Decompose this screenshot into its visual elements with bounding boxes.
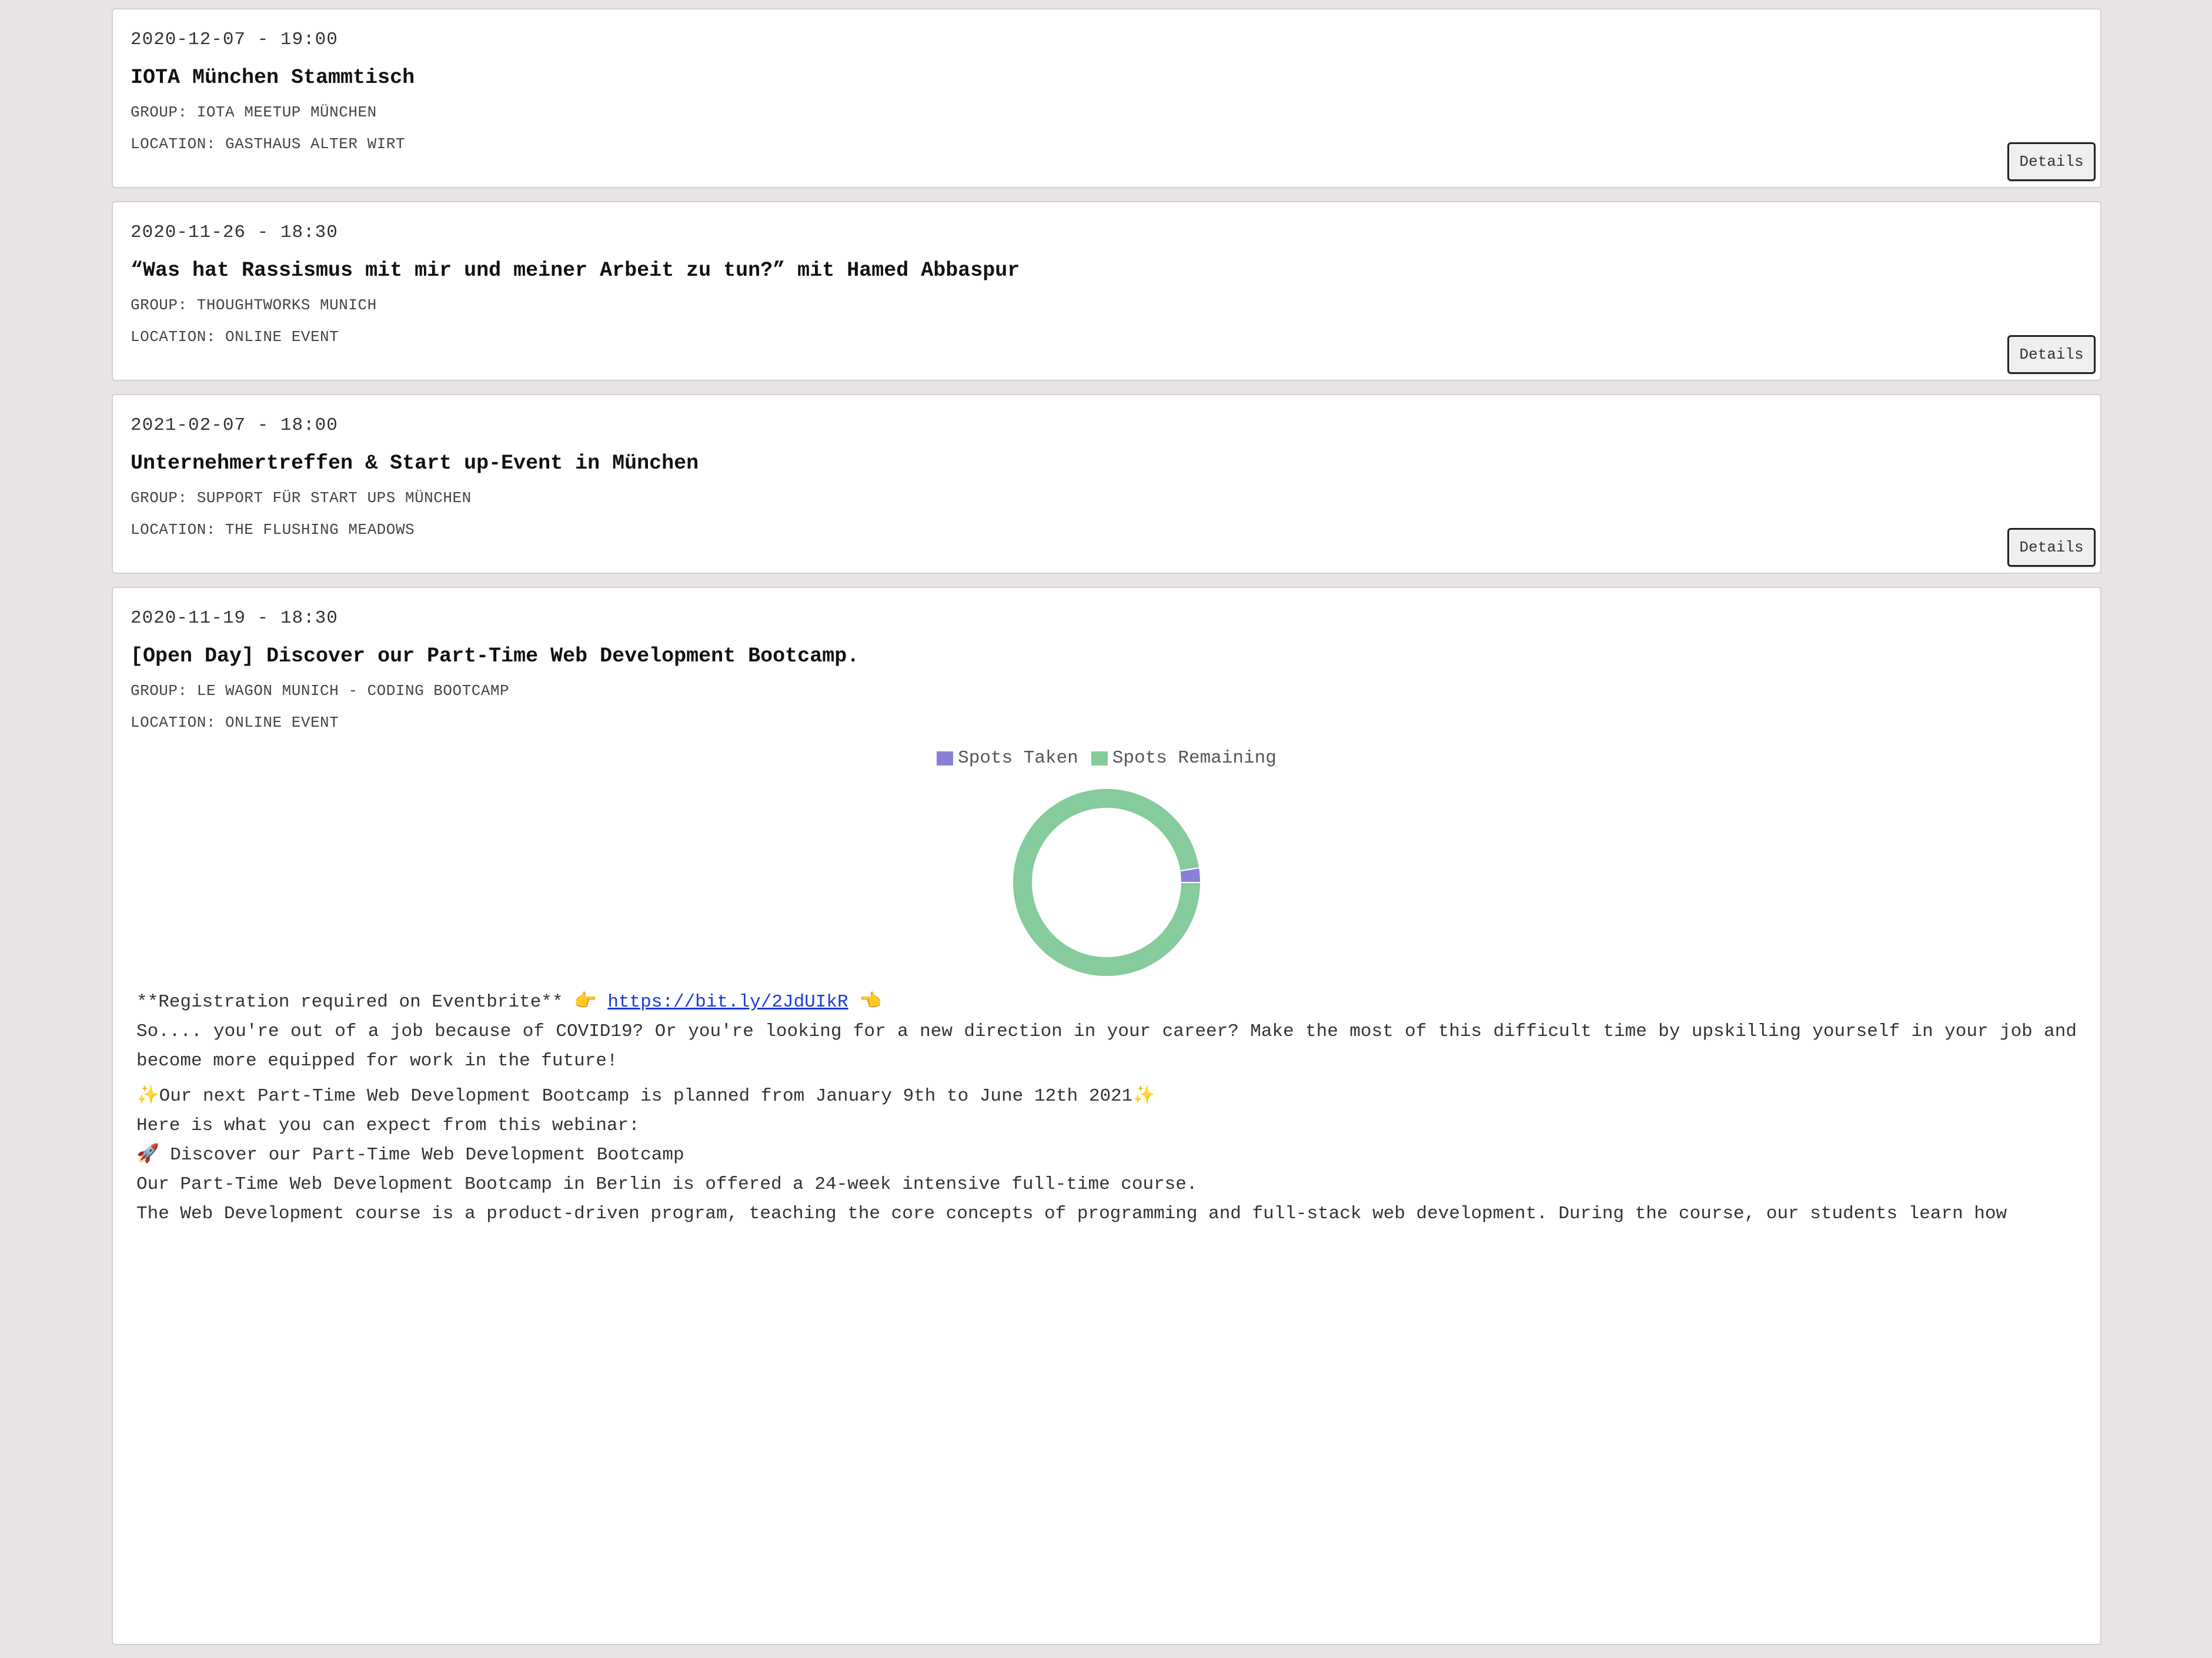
event-location: LOCATION: GASTHAUS ALTER WIRT xyxy=(131,135,405,153)
legend-label-spots-remaining: Spots Remaining xyxy=(1112,748,1277,768)
event-date: 2020-12-07 - 19:00 xyxy=(131,29,338,50)
event-location: LOCATION: ONLINE EVENT xyxy=(131,328,339,346)
chart-legend: Spots Taken Spots Remaining xyxy=(113,748,2100,768)
event-location: LOCATION: ONLINE EVENT xyxy=(131,714,339,731)
description-paragraph: Our Part-Time Web Development Bootcamp i… xyxy=(136,1174,1198,1195)
event-group: GROUP: IOTA MEETUP MÜNCHEN xyxy=(131,103,377,121)
description-paragraph: The Web Development course is a product-… xyxy=(136,1204,2007,1224)
description-paragraph: So.... you're out of a job because of CO… xyxy=(136,1021,2077,1071)
donut-slice-spots-remaining[interactable] xyxy=(1012,788,1202,977)
legend-swatch-spots-remaining xyxy=(1091,751,1108,766)
event-title: “Was hat Rassismus mit mir und meiner Ar… xyxy=(131,259,1020,282)
details-button[interactable]: Details xyxy=(2007,142,2096,181)
event-date: 2020-11-19 - 18:30 xyxy=(131,608,338,629)
event-card-expanded: 2020-11-19 - 18:30 [Open Day] Discover o… xyxy=(112,587,2101,1645)
legend-item-spots-taken[interactable]: Spots Taken xyxy=(937,748,1078,768)
event-description: **Registration required on Eventbrite** … xyxy=(136,988,2077,1229)
legend-swatch-spots-taken xyxy=(937,751,954,766)
registration-suffix: 👈 xyxy=(848,992,882,1012)
registration-line: **Registration required on Eventbrite** … xyxy=(136,988,2077,1017)
event-date: 2020-11-26 - 18:30 xyxy=(131,222,338,243)
registration-link[interactable]: https://bit.ly/2JdUIkR xyxy=(607,992,848,1012)
spots-donut-chart xyxy=(1012,788,1202,977)
event-group: GROUP: LE WAGON MUNICH - CODING BOOTCAMP xyxy=(131,682,510,700)
event-title: [Open Day] Discover our Part-Time Web De… xyxy=(131,644,860,668)
event-location: LOCATION: THE FLUSHING MEADOWS xyxy=(131,521,415,539)
event-title: IOTA München Stammtisch xyxy=(131,66,415,89)
legend-item-spots-remaining[interactable]: Spots Remaining xyxy=(1091,748,1277,768)
description-paragraph: Here is what you can expect from this we… xyxy=(136,1115,640,1136)
event-card: 2020-11-26 - 18:30 “Was hat Rassismus mi… xyxy=(112,201,2101,381)
legend-label-spots-taken: Spots Taken xyxy=(958,748,1078,768)
event-card: 2020-12-07 - 19:00 IOTA München Stammtis… xyxy=(112,8,2101,188)
event-card: 2021-02-07 - 18:00 Unternehmertreffen & … xyxy=(112,394,2101,574)
description-paragraph: 🚀 Discover our Part-Time Web Development… xyxy=(136,1145,684,1165)
event-date: 2021-02-07 - 18:00 xyxy=(131,415,338,436)
event-group: GROUP: SUPPORT FÜR START UPS MÜNCHEN xyxy=(131,489,472,507)
details-button[interactable]: Details xyxy=(2007,528,2096,567)
event-title: Unternehmertreffen & Start up-Event in M… xyxy=(131,452,699,475)
details-button[interactable]: Details xyxy=(2007,335,2096,374)
registration-prefix: **Registration required on Eventbrite** … xyxy=(136,992,608,1012)
event-list: 2020-12-07 - 19:00 IOTA München Stammtis… xyxy=(112,8,2101,1658)
description-paragraph: ✨Our next Part-Time Web Development Boot… xyxy=(136,1086,1155,1107)
event-group: GROUP: THOUGHTWORKS MUNICH xyxy=(131,296,377,314)
